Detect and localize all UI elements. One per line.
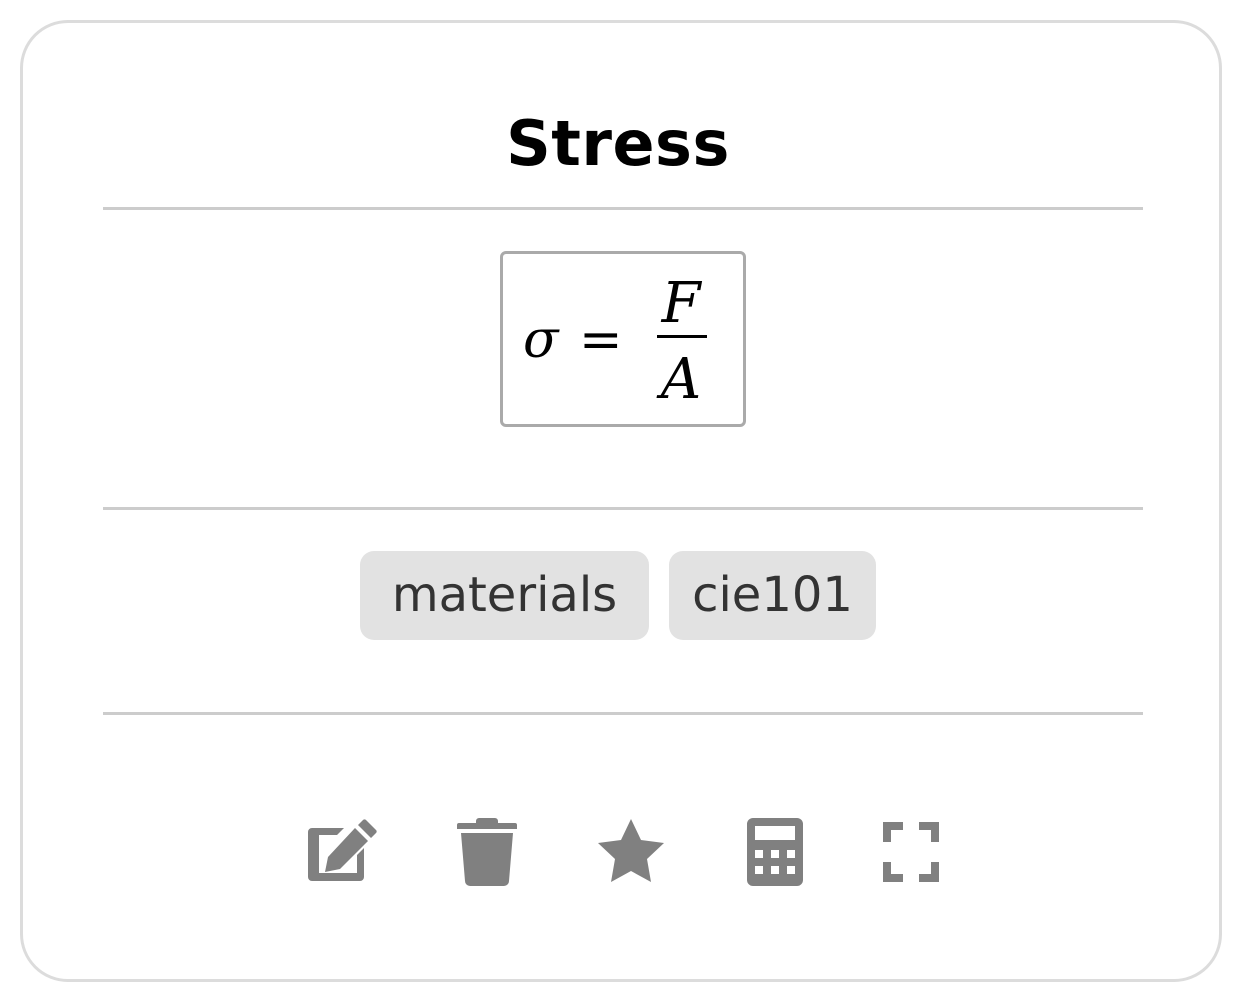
- divider-middle: [103, 507, 1143, 510]
- tag-materials[interactable]: materials: [360, 551, 649, 640]
- star-icon: [598, 819, 664, 882]
- tag-cie101[interactable]: cie101: [669, 551, 876, 640]
- formula-numerator: F: [661, 271, 703, 336]
- edit-icon: [308, 819, 377, 881]
- formula-render: σ = F A: [523, 271, 707, 412]
- favorite-button[interactable]: [595, 818, 667, 886]
- formula-operator: =: [579, 310, 623, 370]
- action-bar: [0, 818, 1236, 886]
- formula-display: σ = F A: [500, 251, 746, 427]
- divider-bottom: [103, 712, 1143, 715]
- edit-button[interactable]: [306, 818, 378, 886]
- card-title: Stress: [506, 107, 730, 180]
- calculator-icon: [747, 818, 803, 886]
- divider-top: [103, 207, 1143, 210]
- fraction-bar: [657, 335, 707, 338]
- expand-icon: [883, 822, 939, 882]
- formula-lhs: σ: [523, 310, 560, 370]
- trash-icon: [457, 818, 517, 886]
- formula-denominator: A: [656, 347, 701, 412]
- expand-button[interactable]: [875, 818, 947, 886]
- delete-button[interactable]: [451, 818, 523, 886]
- tag-list: materials cie101: [0, 551, 1236, 640]
- calculate-button[interactable]: [739, 818, 811, 886]
